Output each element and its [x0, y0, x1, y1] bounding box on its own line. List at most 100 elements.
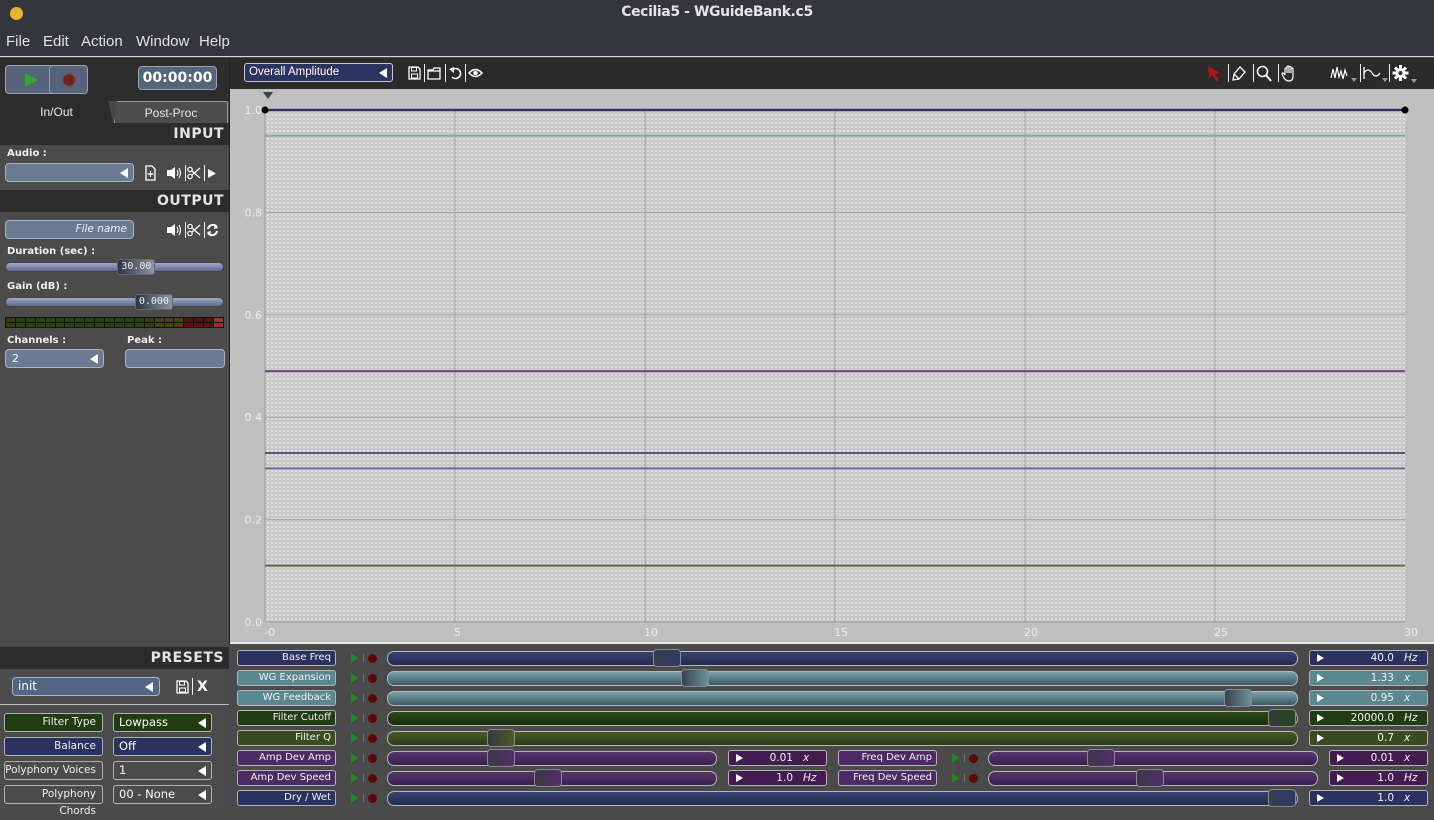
filter-cutoff-value-box[interactable]: 20000.0 Hz — [1309, 710, 1428, 726]
folder-icon[interactable] — [427, 67, 442, 80]
amp-dev-amp-record-icon[interactable] — [368, 753, 377, 763]
filename-input[interactable]: File name — [5, 220, 134, 239]
freq-dev-amp-play-icon[interactable] — [1337, 754, 1344, 762]
wg-feedback-automation-play-icon[interactable] — [351, 693, 358, 703]
gear-icon[interactable] — [1392, 64, 1418, 84]
amp-dev-amp-play-icon[interactable] — [736, 754, 743, 762]
base-freq-automation-play-icon[interactable] — [351, 653, 358, 663]
freq-dev-amp-label[interactable]: Freq Dev Amp — [838, 750, 937, 766]
amp-dev-speed-play-icon[interactable] — [736, 774, 743, 782]
save-preset-icon[interactable] — [176, 680, 189, 694]
menu-action[interactable]: Action — [81, 33, 123, 50]
filter-q-automation-play-icon[interactable] — [351, 733, 358, 743]
audio-select[interactable] — [5, 163, 134, 182]
graph-point[interactable] — [261, 106, 269, 114]
graph-parameter-select[interactable]: Overall Amplitude — [244, 63, 393, 82]
playhead-marker[interactable] — [263, 92, 273, 99]
filter-q-slider[interactable] — [387, 731, 1298, 746]
zoom-icon[interactable] — [1256, 65, 1272, 82]
wg-feedback-value-box[interactable]: 0.95 x — [1309, 690, 1428, 706]
filter-type-select[interactable]: Lowpass — [113, 713, 212, 732]
filter-cutoff-slider-knob[interactable] — [1268, 709, 1297, 727]
file-add-icon[interactable] — [144, 165, 157, 182]
amp-dev-amp-label[interactable]: Amp Dev Amp — [237, 750, 336, 766]
filter-cutoff-automation-play-icon[interactable] — [351, 713, 358, 723]
wg-feedback-label[interactable]: WG Feedback — [237, 690, 336, 706]
polyphony-voices-select[interactable]: 1 — [113, 761, 212, 780]
save-icon[interactable] — [408, 66, 421, 80]
menu-file[interactable]: File — [6, 33, 30, 50]
base-freq-record-icon[interactable] — [368, 653, 377, 663]
amp-dev-speed-slider-knob[interactable] — [534, 769, 563, 787]
refresh-icon[interactable] — [206, 223, 219, 237]
freq-dev-amp-record-icon[interactable] — [969, 753, 978, 763]
duration-slider-knob[interactable]: 30.00 — [117, 259, 156, 275]
wg-expansion-automation-play-icon[interactable] — [351, 673, 358, 683]
freq-dev-speed-play-icon[interactable] — [1337, 774, 1344, 782]
waveform-icon[interactable] — [1330, 65, 1358, 83]
amp-dev-amp-slider-knob[interactable] — [487, 749, 516, 767]
base-freq-value-box[interactable]: 40.0 Hz — [1309, 650, 1428, 666]
dry-wet-slider[interactable] — [387, 791, 1298, 806]
wg-expansion-value-box[interactable]: 1.33 x — [1309, 670, 1428, 686]
tab-post-proc[interactable]: Post-Proc — [114, 101, 228, 123]
wg-feedback-slider-knob[interactable] — [1223, 689, 1252, 707]
amp-dev-speed-value-box[interactable]: 1.0 Hz — [728, 770, 827, 786]
filter-q-record-icon[interactable] — [368, 733, 377, 743]
hand-icon[interactable] — [1281, 65, 1298, 82]
play-preview-icon[interactable] — [207, 168, 217, 179]
filter-cutoff-slider[interactable] — [387, 711, 1298, 726]
dry-wet-record-icon[interactable] — [368, 793, 377, 803]
amp-dev-amp-value-box[interactable]: 0.01 x — [728, 750, 827, 766]
amp-dev-speed-label[interactable]: Amp Dev Speed — [237, 770, 336, 786]
base-freq-slider-knob[interactable] — [653, 649, 682, 667]
channels-select[interactable]: 2 — [5, 349, 104, 368]
wg-feedback-play-icon[interactable] — [1317, 694, 1324, 702]
freq-dev-speed-slider-knob[interactable] — [1135, 769, 1164, 787]
scissors-icon[interactable] — [187, 223, 201, 237]
filter-q-value-box[interactable]: 0.7 x — [1309, 730, 1428, 746]
graph-point[interactable] — [1401, 106, 1409, 114]
revert-icon[interactable] — [448, 66, 462, 80]
delete-preset-button[interactable]: X — [197, 679, 208, 695]
automation-graph[interactable]: -0 5 10 15 20 25 30 1.0 0.8 0.6 0.4 0.2 0.0 — [230, 89, 1434, 644]
wg-expansion-label[interactable]: WG Expansion — [237, 670, 336, 686]
freq-dev-amp-value-box[interactable]: 0.01 x — [1329, 750, 1428, 766]
gain-slider-knob[interactable]: 0.000 — [134, 294, 173, 310]
base-freq-slider[interactable] — [387, 651, 1298, 666]
dry-wet-label[interactable]: Dry / Wet — [237, 790, 336, 806]
record-button[interactable] — [49, 65, 88, 94]
freq-dev-speed-value-box[interactable]: 1.0 Hz — [1329, 770, 1428, 786]
freq-dev-speed-automation-play-icon[interactable] — [952, 773, 959, 783]
wg-expansion-record-icon[interactable] — [368, 673, 377, 683]
scissors-icon[interactable] — [187, 166, 201, 180]
base-freq-label[interactable]: Base Freq — [237, 650, 336, 666]
freq-dev-speed-record-icon[interactable] — [969, 773, 978, 783]
menu-edit[interactable]: Edit — [43, 33, 69, 50]
dry-wet-play-icon[interactable] — [1317, 794, 1324, 802]
dry-wet-value-box[interactable]: 1.0 x — [1309, 790, 1428, 806]
filter-q-slider-knob[interactable] — [487, 729, 516, 747]
polyphony-chords-select[interactable]: 00 - None — [113, 785, 212, 804]
filter-cutoff-record-icon[interactable] — [368, 713, 377, 723]
pointer-icon[interactable] — [1207, 65, 1222, 82]
wg-expansion-play-icon[interactable] — [1317, 674, 1324, 682]
freq-dev-amp-slider[interactable] — [988, 751, 1318, 766]
balance-select[interactable]: Off — [113, 737, 212, 756]
freq-dev-amp-automation-play-icon[interactable] — [952, 753, 959, 763]
menu-help[interactable]: Help — [199, 33, 230, 50]
wg-expansion-slider[interactable] — [387, 671, 1298, 686]
tab-in-out[interactable]: In/Out — [0, 101, 113, 123]
amp-dev-speed-record-icon[interactable] — [368, 773, 377, 783]
amp-dev-speed-automation-play-icon[interactable] — [351, 773, 358, 783]
preset-select[interactable]: init — [12, 677, 160, 696]
wg-expansion-slider-knob[interactable] — [680, 669, 709, 687]
filter-cutoff-play-icon[interactable] — [1317, 714, 1324, 722]
amp-dev-amp-slider[interactable] — [387, 751, 717, 766]
freq-dev-speed-label[interactable]: Freq Dev Speed — [838, 770, 937, 786]
dry-wet-slider-knob[interactable] — [1268, 789, 1297, 807]
dry-wet-automation-play-icon[interactable] — [351, 793, 358, 803]
filter-cutoff-label[interactable]: Filter Cutoff — [237, 710, 336, 726]
duration-slider[interactable] — [5, 262, 224, 272]
base-freq-play-icon[interactable] — [1317, 654, 1324, 662]
